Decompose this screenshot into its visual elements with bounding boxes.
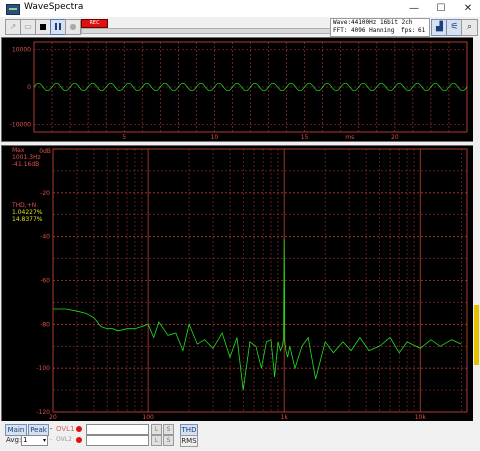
magnifier-icon: ⌕ <box>466 22 473 32</box>
format-info-box: Wave:44100Hz 16bit 2ch FFT: 4096 Hanning… <box>330 18 430 37</box>
ovl2-indicator <box>76 437 82 443</box>
spectrum-top-label: 0dB <box>39 148 51 155</box>
waveform-y-tick: -10000 <box>10 122 31 129</box>
level-meter <box>474 305 479 365</box>
ovl1-indicator <box>76 426 82 432</box>
spectrum-x-tick: 1k <box>281 414 289 421</box>
waveform-panel[interactable]: 10000 0 -10000 5 10 15 20 ms <box>1 37 474 142</box>
dash-1: - <box>50 425 53 433</box>
spectrum-trace <box>53 238 462 391</box>
spectrum-panel[interactable]: 0dB -20 -40 -60 -80 -100 -120 20 100 1k 10k Max 1001… <box>1 145 474 422</box>
open-icon[interactable]: ↗ <box>5 19 21 35</box>
spectrum-y-tick: -120 <box>36 409 50 416</box>
pause-button[interactable] <box>50 19 66 35</box>
save-icon[interactable]: ▭ <box>20 19 36 35</box>
app-icon <box>6 4 20 15</box>
zoom-button[interactable]: ⌕ <box>461 19 478 36</box>
maximize-button[interactable]: ☐ <box>429 0 453 17</box>
spectrum-y-tick: -100 <box>36 365 50 372</box>
spectrum-y-tick: -20 <box>40 190 50 197</box>
spectrum-icon: ▟ <box>436 22 443 32</box>
thdn-value: 14.8377% <box>12 216 43 223</box>
wave-format-text: Wave:44100Hz 16bit 2ch <box>333 19 413 26</box>
max-title: Max <box>12 147 25 154</box>
spectrum-x-tick: 10k <box>415 414 427 421</box>
input-level-slider[interactable] <box>81 28 338 34</box>
spectrum-chart: 0dB -20 -40 -60 -80 -100 -12020 100 1k 10k Max1001… <box>11 147 468 421</box>
thd-value: 1.04227% <box>12 209 43 216</box>
spectrum-x-tick: 100 <box>142 414 154 421</box>
spectrum-y-tick: -60 <box>40 278 50 285</box>
thd-title: THD,+N <box>11 202 36 209</box>
waveform-x-tick: 5 <box>122 134 126 141</box>
waveform-y-tick: 0 <box>27 84 31 91</box>
close-button[interactable]: ✕ <box>456 0 480 17</box>
waveform-x-tick: 20 <box>391 134 399 141</box>
ch2-field[interactable] <box>86 435 149 446</box>
waveform-x-unit: ms <box>345 134 354 141</box>
minimize-button[interactable]: — <box>402 0 426 17</box>
waveform-x-tick: 15 <box>301 134 309 141</box>
stop-icon <box>40 24 46 30</box>
waveform-y-tick: 10000 <box>12 47 31 54</box>
fps-value: 61 <box>418 27 426 34</box>
chevron-down-icon: ▾ <box>42 437 46 444</box>
spectrum-y-tick: -40 <box>40 234 50 241</box>
avg-value: 1 <box>23 436 28 444</box>
spectrum-plot-frame <box>52 148 468 413</box>
rms-button[interactable]: RMS <box>180 435 198 447</box>
title-bar: WaveSpectra — ☐ ✕ <box>0 0 480 18</box>
ovl1-label: OVL1 <box>56 425 75 433</box>
bottom-controls: Main Peak - OVL1 L S THD Avg: 1 ▾ - OVL2… <box>0 421 480 451</box>
pause-icon <box>55 23 57 30</box>
max-frequency: 1001.3Hz <box>12 154 41 161</box>
record-indicator: REC <box>81 19 108 28</box>
right-edge <box>473 37 480 421</box>
avg-label: Avg: <box>6 436 22 444</box>
waveform-chart: 10000 0 -10000 5 10 15 20 ms <box>10 41 468 141</box>
fps-label: fps: <box>401 27 416 34</box>
ch1-l-button[interactable]: L <box>151 424 162 435</box>
ch2-l-button[interactable]: L <box>151 435 162 446</box>
ch2-s-button[interactable]: S <box>163 435 174 446</box>
spectrum-x-tick: 20 <box>49 414 57 421</box>
window-title: WaveSpectra <box>24 2 84 12</box>
dash-2: - <box>50 436 53 443</box>
max-level: -41.16dB <box>12 161 39 168</box>
chart-icon: ⚟ <box>450 22 459 32</box>
stop-button[interactable] <box>35 19 51 35</box>
fft-info-text: FFT: 4096 Hanning <box>333 27 395 34</box>
avg-select[interactable]: 1 ▾ <box>21 435 48 446</box>
record-button[interactable]: ● <box>65 19 81 35</box>
wavespectra-window: WaveSpectra — ☐ ✕ ↗ ▭ ● REC Wave:44100Hz… <box>0 0 480 451</box>
ovl2-label: OVL2 <box>56 436 72 443</box>
spectrum-y-tick: -80 <box>40 321 50 328</box>
toolbar: ↗ ▭ ● REC Wave:44100Hz 16bit 2ch FFT: 40… <box>0 17 480 37</box>
ch1-s-button[interactable]: S <box>163 424 174 435</box>
waveform-x-tick: 10 <box>211 134 219 141</box>
ch1-field[interactable] <box>86 424 149 435</box>
